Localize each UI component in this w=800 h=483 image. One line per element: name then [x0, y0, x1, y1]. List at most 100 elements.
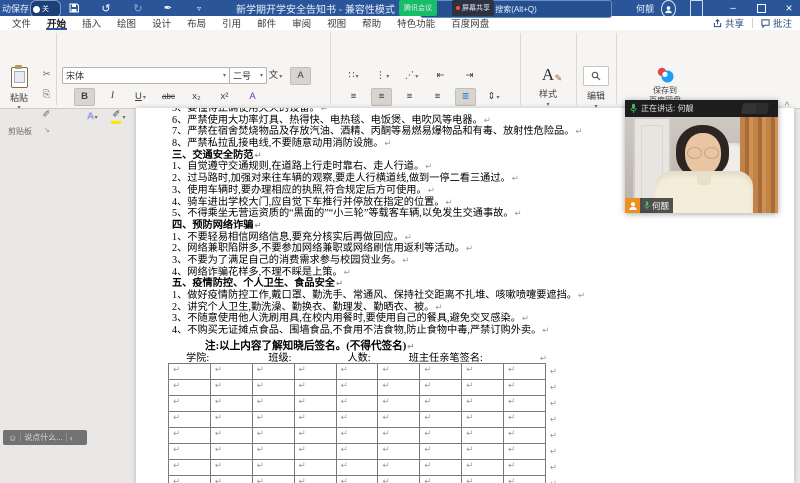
table-cell[interactable]: ↵: [504, 380, 547, 396]
table-cell[interactable]: ↵: [211, 476, 253, 483]
increase-indent-button[interactable]: ⇥: [459, 67, 480, 85]
table-cell[interactable]: ↵: [462, 460, 505, 476]
table-cell[interactable]: ↵: [294, 364, 337, 380]
styles-button[interactable]: A ✎ 样式 ▾: [527, 66, 569, 108]
justify-button[interactable]: ≡: [427, 88, 448, 106]
table-cell[interactable]: ↵: [378, 364, 421, 380]
table-cell[interactable]: ↵: [294, 412, 337, 428]
line-spacing-button[interactable]: ⇕ ▾: [483, 88, 504, 106]
align-right-button[interactable]: ≡: [399, 88, 420, 106]
table-cell[interactable]: ↵: [169, 428, 211, 444]
restore-button[interactable]: [750, 0, 772, 16]
italic-button[interactable]: I: [102, 88, 123, 106]
text-effects-button[interactable]: A ▾: [82, 108, 103, 126]
tab-邮件[interactable]: 邮件: [249, 16, 284, 30]
text-effects-color-button[interactable]: A: [242, 88, 263, 106]
tab-引用[interactable]: 引用: [214, 16, 249, 30]
table-cell[interactable]: ↵: [210, 460, 253, 476]
table-cell[interactable]: ↵: [420, 364, 463, 380]
table-cell[interactable]: ↵: [420, 380, 463, 396]
table-cell[interactable]: ↵: [294, 460, 337, 476]
table-cell[interactable]: ↵: [210, 380, 253, 396]
tab-插入[interactable]: 插入: [74, 16, 109, 30]
comments-button[interactable]: 批注: [757, 16, 796, 30]
signature-blank[interactable]: [372, 353, 407, 364]
table-cell[interactable]: ↵: [252, 380, 295, 396]
clipboard-dialog-launcher[interactable]: ↘: [44, 126, 50, 134]
table-cell[interactable]: ↵: [462, 380, 505, 396]
multilevel-list-dropdown[interactable]: ▾: [415, 73, 418, 80]
copy-button[interactable]: ⎘: [36, 86, 57, 104]
table-cell[interactable]: ↵: [462, 412, 505, 428]
table-cell[interactable]: ↵: [378, 412, 421, 428]
subscript-button[interactable]: x₂: [186, 88, 207, 106]
undo-icon[interactable]: ↺: [98, 0, 114, 16]
table-cell[interactable]: ↵: [462, 476, 505, 483]
table-cell[interactable]: ↵: [210, 412, 253, 428]
account-name[interactable]: 何靓: [636, 0, 654, 16]
table-cell[interactable]: ↵: [169, 396, 211, 412]
table-cell[interactable]: ↵: [378, 476, 421, 483]
format-painter-button[interactable]: ✐: [36, 106, 57, 124]
text-effects-dropdown[interactable]: ▾: [95, 114, 98, 121]
table-cell[interactable]: ↵: [336, 460, 379, 476]
paste-button[interactable]: 粘贴 ▾: [5, 65, 33, 125]
tab-视图[interactable]: 视图: [319, 16, 354, 30]
minimize-button[interactable]: –: [722, 0, 744, 16]
signature-blank[interactable]: [293, 353, 346, 364]
editing-button[interactable]: 编辑 ▾: [581, 66, 611, 110]
table-cell[interactable]: ↵: [253, 476, 295, 483]
tab-帮助[interactable]: 帮助: [354, 16, 389, 30]
table-cell[interactable]: ↵: [169, 460, 211, 476]
table-cell[interactable]: ↵: [420, 428, 463, 444]
table-cell[interactable]: ↵: [504, 396, 547, 412]
table-cell[interactable]: ↵: [504, 364, 547, 380]
table-cell[interactable]: ↵: [378, 380, 421, 396]
table-cell[interactable]: ↵: [252, 412, 295, 428]
table-cell[interactable]: ↵: [504, 428, 547, 444]
table-cell[interactable]: ↵: [378, 444, 421, 460]
font-name-combo[interactable]: 宋体 ▾: [62, 67, 230, 84]
bold-button[interactable]: B: [74, 88, 95, 106]
font-size-combo[interactable]: 二号 ▾: [229, 67, 267, 84]
highlight-color-button[interactable]: ✐ ▾: [108, 108, 129, 126]
table-cell[interactable]: ↵: [210, 396, 253, 412]
table-cell[interactable]: ↵: [169, 380, 211, 396]
qat-more-icon[interactable]: ▿: [192, 0, 206, 16]
tab-设计[interactable]: 设计: [144, 16, 179, 30]
table-cell[interactable]: ↵: [504, 412, 547, 428]
emoji-icon[interactable]: ☺: [8, 433, 17, 443]
table-cell[interactable]: ↵: [504, 476, 547, 483]
superscript-button[interactable]: x²: [214, 88, 235, 106]
underline-button[interactable]: U ▾: [130, 88, 151, 106]
search-input[interactable]: 搜索(Alt+Q): [420, 0, 612, 18]
table-cell[interactable]: ↵: [336, 364, 379, 380]
table-cell[interactable]: ↵: [294, 380, 337, 396]
table-cell[interactable]: ↵: [295, 476, 337, 483]
character-border-button[interactable]: A: [290, 67, 311, 85]
bullets-button[interactable]: ∷ ▾: [343, 67, 364, 85]
share-button[interactable]: 共享: [709, 16, 748, 30]
table-cell[interactable]: ↵: [252, 428, 295, 444]
phonetic-guide-button[interactable]: 文 ▾: [265, 67, 286, 85]
table-cell[interactable]: ↵: [169, 444, 211, 460]
bullets-dropdown[interactable]: ▾: [356, 73, 359, 80]
table-cell[interactable]: ↵: [336, 412, 379, 428]
line-spacing-dropdown[interactable]: ▾: [496, 94, 499, 101]
numbering-dropdown[interactable]: ▾: [386, 73, 389, 80]
table-cell[interactable]: ↵: [294, 444, 337, 460]
table-cell[interactable]: ↵: [252, 460, 295, 476]
table-cell[interactable]: ↵: [420, 396, 463, 412]
ink-icon[interactable]: ✒: [158, 0, 178, 16]
table-cell[interactable]: ↵: [169, 364, 211, 380]
table-cell[interactable]: ↵: [336, 444, 379, 460]
distribute-button[interactable]: ≣: [455, 88, 476, 106]
numbering-button[interactable]: ⋮ ▾: [372, 67, 393, 85]
signature-blank[interactable]: [484, 353, 537, 364]
table-cell[interactable]: ↵: [420, 412, 463, 428]
tab-布局[interactable]: 布局: [179, 16, 214, 30]
table-cell[interactable]: ↵: [420, 460, 463, 476]
table-cell[interactable]: ↵: [504, 460, 547, 476]
tab-审阅[interactable]: 审阅: [284, 16, 319, 30]
table-cell[interactable]: ↵: [462, 396, 505, 412]
